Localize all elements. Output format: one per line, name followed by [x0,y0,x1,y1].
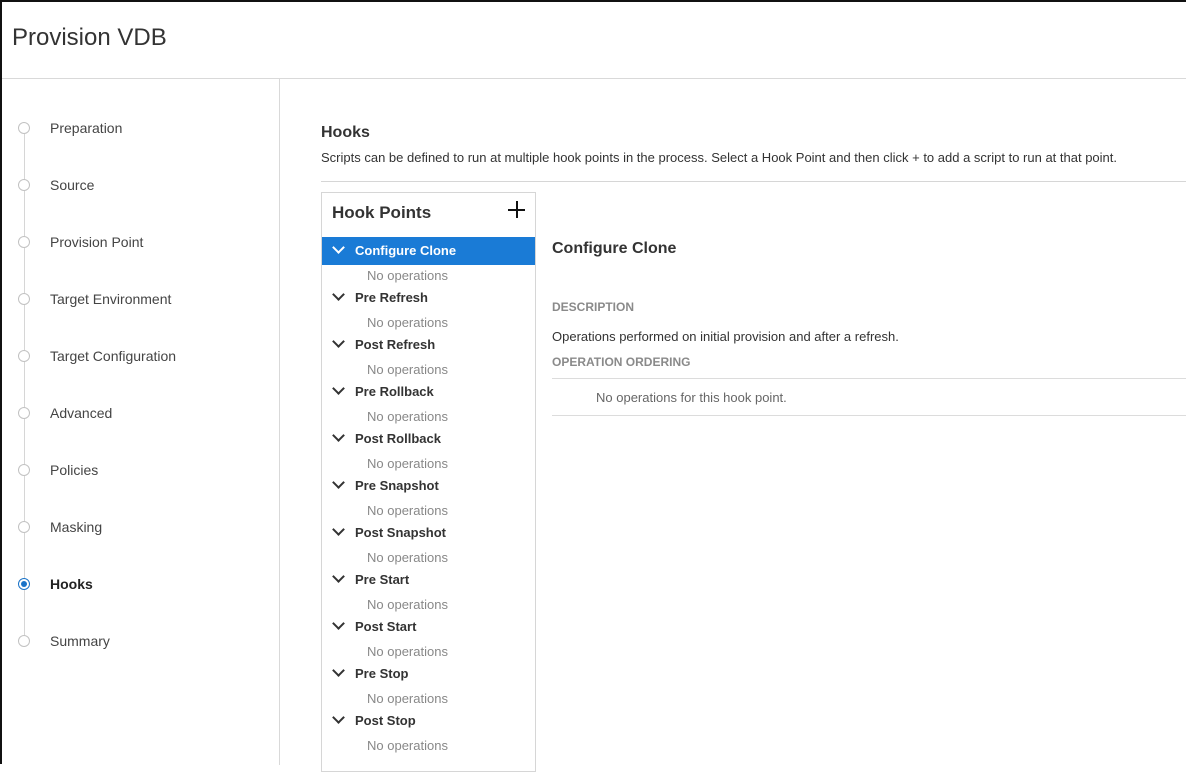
hook-point-name: Pre Snapshot [355,478,439,493]
chevron-down-icon [332,711,345,724]
wizard-steps-sidebar: Preparation Source Provision Point Target E… [2,79,280,765]
step-preparation[interactable]: Preparation [2,114,278,144]
chevron-down-icon [332,241,345,254]
step-source[interactable]: Source [2,171,278,201]
hook-point-pre-snapshot[interactable]: Pre Snapshot [322,472,535,500]
hook-points-title: Hook Points [332,203,432,222]
hook-point-post-snapshot[interactable]: Post Snapshot [322,519,535,547]
hook-point-name: Post Stop [355,713,416,728]
hook-point-operations: No operations [367,268,448,283]
description-heading: DESCRIPTION [552,300,635,314]
chevron-down-icon [332,288,345,301]
step-label: Advanced [50,405,113,421]
dialog-title: Provision VDB [12,24,167,51]
chevron-down-icon [332,335,345,348]
chevron-down-icon [332,570,345,583]
chevron-down-icon [332,476,345,489]
chevron-down-icon [332,382,345,395]
hook-point-operations: No operations [367,409,448,424]
radio-empty-icon [18,464,30,476]
hook-point-name: Post Refresh [355,337,436,352]
hook-point-name: Pre Refresh [355,290,428,305]
hook-point-pre-start[interactable]: Pre Start [322,566,535,594]
section-description: Scripts can be defined to run at multipl… [321,150,1117,165]
hook-point-operations: No operations [367,456,448,471]
hook-point-operations: No operations [367,550,448,565]
hook-point-name: Pre Start [355,572,410,587]
hook-point-post-stop[interactable]: Post Stop [322,707,535,735]
provision-vdb-dialog: Provision VDB Preparation Source Provision… [0,0,1186,772]
step-target-environment[interactable]: Target Environment [2,285,278,315]
hook-detail-title: Configure Clone [552,240,677,257]
chevron-down-icon [332,617,345,630]
empty-operations-message: No operations for this hook point. [596,390,787,405]
hook-point-name: Pre Stop [355,666,409,681]
step-masking[interactable]: Masking [2,513,278,543]
hook-point-configure-clone[interactable]: Configure Clone [322,237,535,265]
radio-empty-icon [18,122,30,134]
hook-point-name: Post Rollback [355,431,441,446]
step-policies[interactable]: Policies [2,456,278,486]
radio-selected-icon [18,578,30,590]
radio-empty-icon [18,521,30,533]
ordering-divider-top [552,378,1186,379]
step-label: Policies [50,462,99,478]
hook-points-panel: Hook Points Configure Clone No operations… [321,192,536,772]
hook-point-operations: No operations [367,597,448,612]
hook-point-operations: No operations [367,644,448,659]
step-label: Preparation [50,120,123,136]
section-divider [321,181,1186,182]
hook-point-name: Post Snapshot [355,525,447,540]
section-title: Hooks [321,124,370,141]
radio-empty-icon [18,407,30,419]
hook-point-pre-stop[interactable]: Pre Stop [322,660,535,688]
hook-point-operations: No operations [367,315,448,330]
hooks-content: Hooks Scripts can be defined to run at m… [280,79,1186,772]
step-provision-point[interactable]: Provision Point [2,228,278,258]
chevron-down-icon [332,664,345,677]
radio-empty-icon [18,635,30,647]
hook-point-post-start[interactable]: Post Start [322,613,535,641]
step-label: Hooks [50,576,93,592]
step-target-configuration[interactable]: Target Configuration [2,342,278,372]
hook-point-pre-rollback[interactable]: Pre Rollback [322,378,535,406]
step-hooks[interactable]: Hooks [2,570,278,600]
ordering-divider-bottom [552,415,1186,416]
step-label: Provision Point [50,234,144,250]
step-label: Summary [50,633,110,649]
radio-empty-icon [18,236,30,248]
radio-empty-icon [18,179,30,191]
operation-ordering-heading: OPERATION ORDERING [552,355,691,369]
step-label: Target Environment [50,291,172,307]
hook-point-pre-refresh[interactable]: Pre Refresh [322,284,535,312]
step-summary[interactable]: Summary [2,627,278,657]
hook-point-operations: No operations [367,362,448,377]
hook-point-post-rollback[interactable]: Post Rollback [322,425,535,453]
step-connector-line [24,127,25,647]
hook-point-post-refresh[interactable]: Post Refresh [322,331,535,359]
radio-empty-icon [18,293,30,305]
step-label: Masking [50,519,103,535]
hook-point-name: Configure Clone [355,243,457,258]
radio-empty-icon [18,350,30,362]
dialog-header: Provision VDB [2,2,1186,79]
hook-description: Operations performed on initial provisio… [552,329,899,344]
hook-point-operations: No operations [367,691,448,706]
chevron-down-icon [332,429,345,442]
step-label: Source [50,177,95,193]
hook-point-name: Pre Rollback [355,384,434,399]
plus-icon[interactable] [505,198,529,222]
chevron-down-icon [332,523,345,536]
hook-point-operations: No operations [367,503,448,518]
hook-point-operations: No operations [367,738,448,753]
step-label: Target Configuration [50,348,177,364]
hook-point-name: Post Start [355,619,417,634]
step-advanced[interactable]: Advanced [2,399,278,429]
